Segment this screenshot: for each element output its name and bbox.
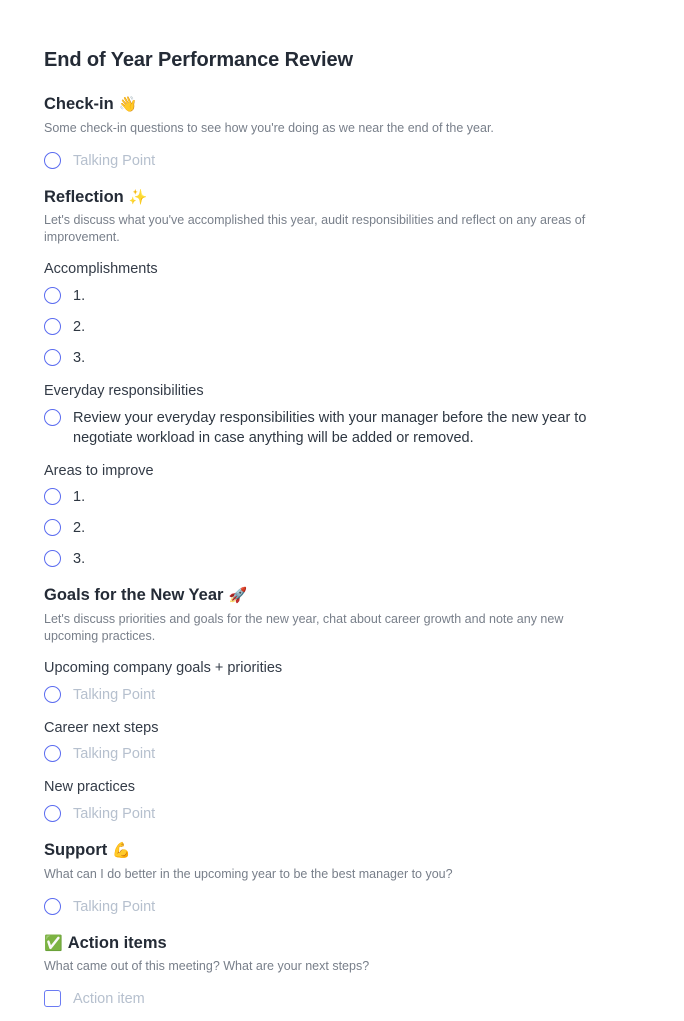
item-text[interactable]: 3. — [73, 549, 85, 569]
section-heading-goals: Goals for the New Year 🚀 — [44, 585, 640, 606]
item-placeholder-text[interactable]: Talking Point — [73, 897, 155, 917]
item-text[interactable]: Review your everyday responsibilities wi… — [73, 408, 589, 448]
question-group: Action item — [44, 989, 640, 1009]
section-emoji-icon: ✨ — [128, 188, 148, 206]
item-text[interactable]: 2. — [73, 317, 85, 337]
section-description: Let's discuss what you've accomplished t… — [44, 213, 586, 244]
radio-circle-icon[interactable] — [44, 151, 61, 169]
talking-point-row[interactable]: Talking Point — [44, 685, 640, 705]
section-emoji-icon: 💪 — [112, 842, 131, 860]
item-text[interactable]: 3. — [73, 348, 85, 368]
checkbox-icon[interactable] — [44, 990, 61, 1008]
section-emoji-icon: 👋 — [118, 96, 138, 113]
section-heading-reflection: Reflection ✨ — [44, 187, 640, 208]
radio-circle-icon[interactable] — [44, 408, 61, 426]
radio-circle-icon[interactable] — [44, 897, 61, 915]
section-description: What can I do better in the upcoming yea… — [44, 866, 453, 881]
talking-point-row[interactable]: 1. — [44, 286, 640, 306]
talking-point-row[interactable]: Review your everyday responsibilities wi… — [44, 408, 640, 448]
radio-circle-icon[interactable] — [44, 550, 61, 568]
question-group: New practices Talking Point — [44, 778, 640, 824]
section-heading-label: Action items — [67, 933, 167, 952]
section-goals: Goals for the New Year 🚀 Let's discuss pri… — [44, 585, 640, 824]
question-group: Everyday responsibilities Review your eve… — [44, 382, 640, 448]
radio-circle-icon[interactable] — [44, 745, 61, 763]
radio-circle-icon[interactable] — [44, 348, 61, 366]
page-title: End of Year Performance Review — [44, 49, 353, 71]
item-text[interactable]: 1. — [73, 487, 85, 507]
talking-point-row[interactable]: Talking Point — [44, 744, 640, 764]
sections-container: Check-in 👋 Some check-in questions to see … — [44, 94, 640, 1009]
question-group: Areas to improve 1. 2. 3. — [44, 462, 640, 570]
action-item-row[interactable]: Action item — [44, 989, 640, 1009]
talking-point-row[interactable]: 3. — [44, 549, 640, 569]
section-heading-label: Reflection — [44, 187, 124, 206]
question-group: Talking Point — [44, 897, 640, 917]
talking-point-row[interactable]: 3. — [44, 348, 640, 368]
radio-circle-icon[interactable] — [44, 286, 61, 304]
question-group: Accomplishments 1. 2. 3. — [44, 260, 640, 368]
group-sub-heading: Career next steps — [44, 719, 159, 736]
talking-point-row[interactable]: Talking Point — [44, 897, 640, 917]
section-support: Support 💪 What can I do better in the upco… — [44, 840, 640, 917]
section-action-items: ✅ Action items What came out of this meeti… — [44, 933, 640, 1010]
section-heading-check-in: Check-in 👋 — [44, 94, 640, 115]
section-heading-action-items: ✅ Action items — [44, 933, 640, 954]
item-placeholder-text[interactable]: Talking Point — [73, 685, 155, 705]
section-emoji-icon: ✅ — [44, 934, 63, 952]
section-heading-label: Check-in — [44, 95, 114, 113]
question-group: Upcoming company goals + priorities Talki… — [44, 659, 640, 705]
item-text[interactable]: 1. — [73, 286, 85, 306]
talking-point-row[interactable]: Talking Point — [44, 804, 640, 824]
section-heading-support: Support 💪 — [44, 840, 640, 861]
talking-point-row[interactable]: 2. — [44, 317, 640, 337]
radio-circle-icon[interactable] — [44, 317, 61, 335]
item-placeholder-text[interactable]: Talking Point — [73, 744, 155, 764]
section-heading-label: Support — [44, 841, 108, 860]
radio-circle-icon[interactable] — [44, 685, 61, 703]
group-sub-heading: New practices — [44, 779, 136, 796]
question-group: Career next steps Talking Point — [44, 719, 640, 765]
group-sub-heading: Areas to improve — [44, 462, 154, 479]
item-placeholder-text[interactable]: Action item — [73, 989, 145, 1009]
talking-point-row[interactable]: 1. — [44, 487, 640, 507]
section-description: What came out of this meeting? What are … — [44, 959, 370, 974]
section-check-in: Check-in 👋 Some check-in questions to see … — [44, 94, 640, 171]
item-placeholder-text[interactable]: Talking Point — [73, 804, 155, 824]
item-placeholder-text[interactable]: Talking Point — [73, 151, 155, 171]
question-group: Talking Point — [44, 151, 640, 171]
item-text[interactable]: 2. — [73, 518, 85, 538]
talking-point-row[interactable]: 2. — [44, 518, 640, 538]
section-description: Some check-in questions to see how you'r… — [44, 120, 494, 135]
section-description: Let's discuss priorities and goals for t… — [44, 612, 564, 643]
group-sub-heading: Accomplishments — [44, 260, 158, 277]
section-reflection: Reflection ✨ Let's discuss what you've acc… — [44, 187, 640, 570]
radio-circle-icon[interactable] — [44, 519, 61, 537]
section-heading-label: Goals for the New Year — [44, 586, 224, 605]
radio-circle-icon[interactable] — [44, 805, 61, 823]
group-sub-heading: Upcoming company goals + priorities — [44, 659, 283, 676]
document-page: End of Year Performance Review Check-in 👋… — [0, 0, 684, 1009]
group-sub-heading: Everyday responsibilities — [44, 382, 204, 399]
section-emoji-icon: 🚀 — [228, 587, 248, 605]
radio-circle-icon[interactable] — [44, 488, 61, 506]
talking-point-row[interactable]: Talking Point — [44, 151, 640, 171]
